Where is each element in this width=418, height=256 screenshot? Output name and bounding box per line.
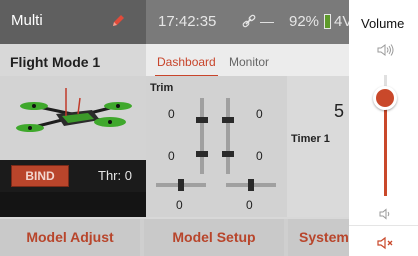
volume-title: Volume (361, 16, 405, 31)
link-status: — (260, 13, 274, 29)
timer-value: 5 (334, 101, 345, 121)
speaker-low-icon (379, 207, 393, 220)
system-button[interactable]: System (288, 219, 349, 256)
bind-panel-fill (0, 192, 146, 217)
flight-mode-title: Flight Mode 1 (10, 54, 101, 70)
trim-thumb[interactable] (222, 151, 234, 157)
top-bar: Multi 17:42:35 — 92% 4V (0, 0, 352, 44)
tab-dashboard[interactable]: Dashboard (155, 55, 218, 77)
trim-title: Trim (150, 82, 174, 94)
volume-panel: Volume (349, 0, 418, 256)
trim-value-left-lower: 0 (168, 149, 175, 163)
trim-thumb[interactable] (196, 151, 208, 157)
battery-percent: 92% (289, 13, 320, 30)
trim-thumb[interactable] (196, 117, 208, 123)
model-name: Multi (11, 12, 43, 29)
bind-button[interactable]: BIND (11, 165, 69, 187)
trim-slider-horizontal-right[interactable] (226, 179, 276, 191)
trim-slider-left-lower[interactable] (196, 134, 208, 174)
bind-bar: BIND Thr: 0 (0, 160, 146, 192)
mute-icon[interactable] (377, 236, 395, 250)
tab-monitor[interactable]: Monitor (229, 55, 269, 69)
trim-value-right-upper: 0 (256, 107, 263, 121)
timer-label: Timer 1 (291, 133, 330, 145)
trim-value-horizontal-left: 0 (176, 198, 183, 212)
volume-divider (349, 225, 418, 226)
app-window: Multi 17:42:35 — 92% 4V Flight Mode 1 Da… (0, 0, 352, 256)
model-setup-button[interactable]: Model Setup (144, 219, 284, 256)
bottom-button-bar: Model Adjust Model Setup System (0, 219, 349, 256)
volume-fill (384, 97, 387, 196)
model-adjust-button[interactable]: Model Adjust (0, 219, 140, 256)
speaker-icon (377, 43, 395, 57)
trim-thumb[interactable] (222, 117, 234, 123)
throttle-value: Thr: 0 (98, 168, 132, 183)
status-area: 17:42:35 — 92% 4V (146, 0, 352, 44)
trim-slider-horizontal-left[interactable] (156, 179, 206, 191)
link-icon (242, 13, 262, 29)
trim-value-horizontal-right: 0 (246, 198, 253, 212)
trim-thumb[interactable] (248, 179, 254, 191)
trim-value-left-upper: 0 (168, 107, 175, 121)
trim-value-right-lower: 0 (256, 149, 263, 163)
tab-bar: Dashboard Monitor (146, 44, 349, 77)
clock-time: 17:42:35 (158, 13, 217, 30)
model-image (0, 76, 146, 160)
volume-thumb[interactable] (373, 85, 397, 110)
trim-panel: Trim 0 0 0 0 0 0 (146, 76, 287, 217)
pencil-icon[interactable] (110, 13, 126, 29)
battery-icon (324, 14, 331, 29)
trim-thumb[interactable] (178, 179, 184, 191)
timer-panel: 5 Timer 1 (287, 76, 349, 217)
trim-slider-right-lower[interactable] (222, 134, 234, 174)
